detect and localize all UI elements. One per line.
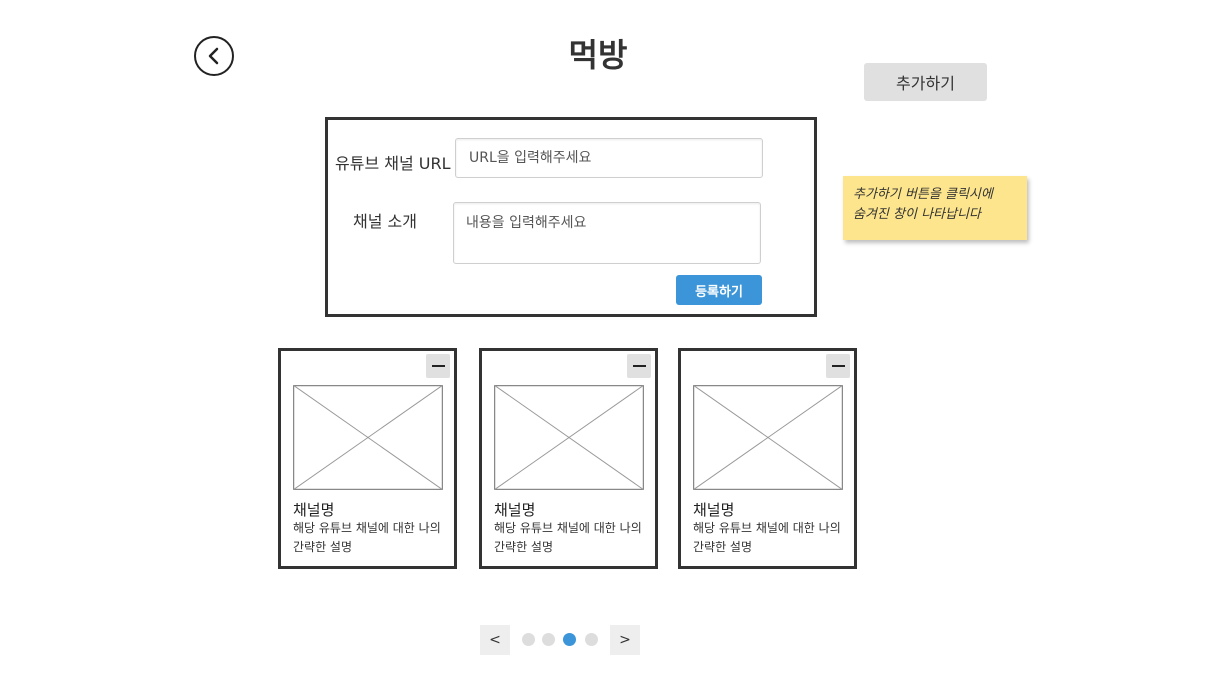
minus-icon bbox=[831, 365, 845, 367]
prev-page-button[interactable]: < bbox=[480, 625, 510, 655]
card-title: 채널명 bbox=[494, 501, 536, 519]
remove-button[interactable] bbox=[426, 354, 450, 378]
page-dot-3[interactable] bbox=[563, 633, 576, 646]
minus-icon bbox=[632, 365, 646, 367]
image-placeholder-icon bbox=[494, 385, 644, 490]
annotation-note: 추가하기 버튼을 클릭시에 숨겨진 창이 나타납니다 bbox=[843, 176, 1027, 240]
description-input[interactable] bbox=[453, 202, 761, 264]
image-placeholder-icon bbox=[693, 385, 843, 490]
next-page-button[interactable]: > bbox=[610, 625, 640, 655]
add-channel-form: 유튜브 채널 URL 채널 소개 등록하기 bbox=[325, 117, 817, 317]
note-line-1: 추가하기 버튼을 클릭시에 bbox=[853, 187, 993, 202]
page-dot-2[interactable] bbox=[542, 633, 555, 646]
minus-icon bbox=[431, 365, 445, 367]
remove-button[interactable] bbox=[826, 354, 850, 378]
add-button[interactable]: 추가하기 bbox=[864, 63, 987, 101]
channel-card[interactable]: 채널명 해당 유튜브 채널에 대한 나의 간략한 설명 bbox=[479, 348, 658, 569]
page-title: 먹방 bbox=[568, 36, 628, 74]
card-title: 채널명 bbox=[293, 501, 335, 519]
note-line-2: 숨겨진 창이 나타납니다 bbox=[853, 207, 981, 222]
url-input[interactable] bbox=[455, 138, 763, 178]
card-description: 해당 유튜브 채널에 대한 나의 간략한 설명 bbox=[494, 521, 642, 554]
card-description: 해당 유튜브 채널에 대한 나의 간략한 설명 bbox=[293, 521, 441, 554]
page-dot-1[interactable] bbox=[522, 633, 535, 646]
remove-button[interactable] bbox=[627, 354, 651, 378]
image-placeholder-icon bbox=[293, 385, 443, 490]
card-description: 해당 유튜브 채널에 대한 나의 간략한 설명 bbox=[693, 521, 841, 554]
description-label: 채널 소개 bbox=[353, 212, 417, 231]
channel-card[interactable]: 채널명 해당 유튜브 채널에 대한 나의 간략한 설명 bbox=[278, 348, 457, 569]
page-dot-4[interactable] bbox=[585, 633, 598, 646]
url-label: 유튜브 채널 URL bbox=[335, 154, 451, 173]
channel-card[interactable]: 채널명 해당 유튜브 채널에 대한 나의 간략한 설명 bbox=[678, 348, 857, 569]
card-title: 채널명 bbox=[693, 501, 735, 519]
register-button[interactable]: 등록하기 bbox=[676, 275, 762, 305]
